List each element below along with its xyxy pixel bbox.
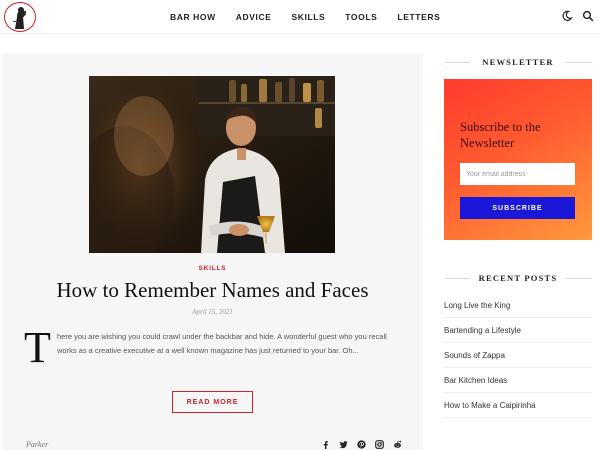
main-nav: BAR HOW ADVICE SKILLS TOOLS LETTERS bbox=[170, 0, 460, 34]
nav-item-tools[interactable]: TOOLS bbox=[345, 12, 377, 22]
recent-post-link[interactable]: Sounds of Zappa bbox=[444, 343, 592, 368]
nav-item-letters[interactable]: LETTERS bbox=[397, 12, 440, 22]
recent-post-link[interactable]: How to Make a Caipirinha bbox=[444, 393, 592, 418]
recent-post-link[interactable]: Long Live the King bbox=[444, 293, 592, 318]
nav-item-advice[interactable]: ADVICE bbox=[236, 12, 272, 22]
post-title[interactable]: How to Remember Names and Faces bbox=[2, 278, 423, 303]
nav-item-skills[interactable]: SKILLS bbox=[291, 12, 325, 22]
facebook-icon[interactable] bbox=[321, 440, 330, 449]
instagram-icon[interactable] bbox=[375, 440, 384, 449]
post-category[interactable]: SKILLS bbox=[2, 265, 423, 272]
post-card: SKILLS How to Remember Names and Faces A… bbox=[2, 54, 423, 450]
post-excerpt: here you are wishing you could crawl und… bbox=[57, 332, 387, 355]
post-date: April 15, 2021 bbox=[192, 308, 233, 316]
pinterest-icon[interactable] bbox=[357, 440, 366, 449]
recent-posts-heading: RECENT POSTS bbox=[444, 273, 592, 283]
subscribe-button[interactable]: SUBSCRIBE bbox=[460, 197, 575, 219]
newsletter-title: Subscribe to the Newsletter bbox=[460, 120, 541, 150]
email-field[interactable] bbox=[460, 163, 575, 185]
search-icon[interactable] bbox=[582, 10, 594, 22]
header-icons bbox=[561, 10, 594, 22]
post-hero-image[interactable] bbox=[89, 76, 335, 253]
recent-post-link[interactable]: Bar Kitchen Ideas bbox=[444, 368, 592, 393]
nav-item-bar-how[interactable]: BAR HOW bbox=[170, 12, 216, 22]
recent-post-link[interactable]: Bartending a Lifestyle bbox=[444, 318, 592, 343]
newsletter-heading: NEWSLETTER bbox=[444, 57, 592, 67]
site-logo[interactable] bbox=[4, 2, 36, 32]
moon-icon[interactable] bbox=[561, 10, 573, 22]
recent-posts-list: Long Live the King Bartending a Lifestyl… bbox=[444, 293, 592, 418]
post-author[interactable]: Parker bbox=[26, 440, 48, 449]
reddit-icon[interactable] bbox=[393, 440, 402, 449]
newsletter-widget: Subscribe to the Newsletter SUBSCRIBE bbox=[444, 79, 592, 240]
share-icons bbox=[321, 440, 402, 449]
site-header: BAR HOW ADVICE SKILLS TOOLS LETTERS bbox=[0, 0, 600, 34]
excerpt-dropcap: T bbox=[24, 323, 51, 372]
twitter-icon[interactable] bbox=[339, 440, 348, 449]
read-more-button[interactable]: READ MORE bbox=[172, 391, 253, 413]
bartender-silhouette-icon bbox=[13, 7, 27, 29]
